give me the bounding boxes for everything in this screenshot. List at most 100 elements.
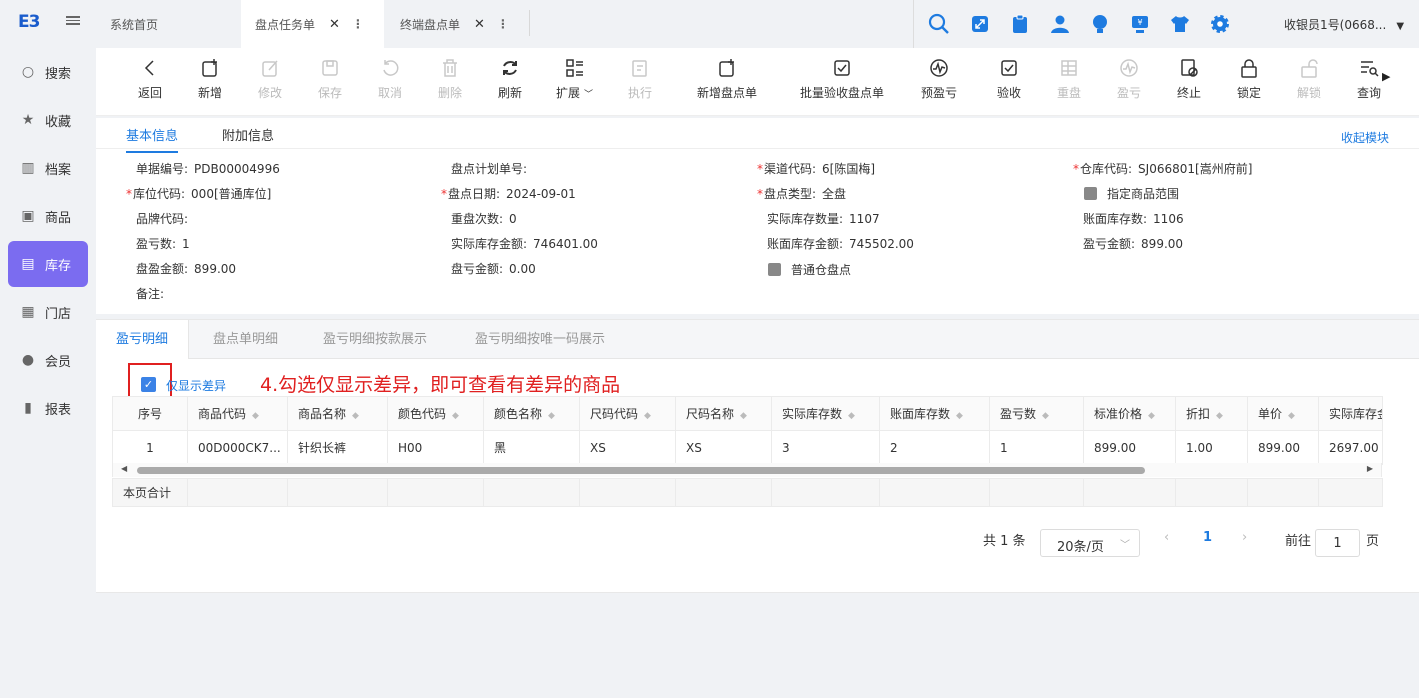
col-header[interactable]: 账面库存数 ◆ bbox=[879, 396, 990, 431]
scroll-left-icon[interactable]: ◀ bbox=[121, 464, 127, 473]
sidebar-item-inventory[interactable]: ▤ 库存 bbox=[8, 241, 88, 287]
fullscreen-icon[interactable] bbox=[969, 13, 991, 35]
tab-diff-by-style[interactable]: 盈亏明细按款展示 bbox=[303, 320, 447, 359]
tab-count-detail[interactable]: 盘点单明细 bbox=[193, 320, 298, 359]
sidebar-item-label: 报表 bbox=[45, 402, 72, 418]
new-count-button[interactable]: 新增盘点单 bbox=[697, 57, 757, 101]
execute-button[interactable]: 执行 bbox=[628, 57, 652, 101]
tab-diff-detail[interactable]: 盈亏明细 bbox=[96, 320, 190, 359]
table-cell: XS bbox=[675, 430, 772, 465]
edit-button[interactable]: 修改 bbox=[258, 57, 282, 101]
tab-label: 终端盘点单 bbox=[400, 17, 461, 32]
sidebar-item-archive[interactable]: ▥ 档案 bbox=[8, 145, 88, 191]
lock-button[interactable]: 锁定 bbox=[1237, 57, 1261, 101]
execute-icon bbox=[629, 57, 651, 79]
close-icon[interactable]: ✕ bbox=[474, 17, 485, 32]
search-icon[interactable] bbox=[928, 13, 950, 35]
scroll-right-icon[interactable]: ▶ bbox=[1382, 70, 1390, 83]
sort-icon: ◆ bbox=[1148, 411, 1155, 421]
save-button[interactable]: 保存 bbox=[318, 57, 342, 101]
tab-extra-info[interactable]: 附加信息 bbox=[222, 125, 274, 144]
lock-icon bbox=[1238, 57, 1260, 79]
checkbox[interactable] bbox=[768, 263, 781, 276]
sidebar-item-report[interactable]: ▮ 报表 bbox=[8, 385, 88, 431]
col-header[interactable]: 标准价格 ◆ bbox=[1083, 396, 1176, 431]
new-button[interactable]: 新增 bbox=[198, 57, 222, 101]
table-cell: 针织长裤 bbox=[287, 430, 388, 465]
delete-button[interactable]: 删除 bbox=[438, 57, 462, 101]
search-icon: ○ bbox=[21, 64, 35, 80]
col-header[interactable]: 实际库存数 ◆ bbox=[771, 396, 880, 431]
horizontal-scrollbar[interactable]: ◀ ▶ bbox=[112, 463, 1382, 477]
field-normal-warehouse[interactable]: 普通仓盘点 bbox=[768, 261, 851, 278]
menu-toggle-icon[interactable] bbox=[66, 14, 80, 28]
more-icon[interactable]: ⋮ bbox=[497, 17, 509, 31]
accept-button[interactable]: 验收 bbox=[997, 57, 1021, 101]
table-cell: 2 bbox=[879, 430, 990, 465]
gear-icon[interactable] bbox=[1209, 13, 1231, 35]
col-header[interactable]: 折扣 ◆ bbox=[1175, 396, 1248, 431]
col-header[interactable]: 商品名称 ◆ bbox=[287, 396, 388, 431]
table-cell: 2697.00 bbox=[1318, 430, 1383, 465]
terminate-button[interactable]: 终止 bbox=[1177, 57, 1201, 101]
sidebar-item-store[interactable]: ▦ 门店 bbox=[8, 289, 88, 335]
col-header[interactable]: 尺码名称 ◆ bbox=[675, 396, 772, 431]
show-diff-label[interactable]: 仅显示差异 bbox=[166, 377, 226, 394]
sidebar-item-goods[interactable]: ▣ 商品 bbox=[8, 193, 88, 239]
col-header[interactable]: 单价 ◆ bbox=[1247, 396, 1319, 431]
clipboard-icon[interactable] bbox=[1009, 13, 1031, 35]
user-icon[interactable] bbox=[1049, 13, 1071, 35]
query-button[interactable]: 查询 bbox=[1357, 57, 1381, 101]
shirt-icon[interactable] bbox=[1169, 13, 1191, 35]
checkbox[interactable] bbox=[1084, 187, 1097, 200]
col-header[interactable]: 商品代码 ◆ bbox=[187, 396, 288, 431]
col-header[interactable]: 尺码代码 ◆ bbox=[579, 396, 676, 431]
sort-icon: ◆ bbox=[956, 411, 963, 421]
unlock-button[interactable]: 解锁 bbox=[1297, 57, 1321, 101]
cashier-icon[interactable]: ¥ bbox=[1129, 13, 1151, 35]
sidebar-item-search[interactable]: ○ 搜索 bbox=[8, 49, 88, 95]
show-diff-checkbox[interactable]: ✓ bbox=[141, 377, 156, 392]
col-header[interactable]: 盈亏数 ◆ bbox=[989, 396, 1084, 431]
scroll-right-icon[interactable]: ▶ bbox=[1367, 464, 1373, 473]
sidebar: E3 ○ 搜索 ★ 收藏 ▥ 档案 ▣ 商品 ▤ 库存 ▦ 门店 ● 会员 ▮ 报表 bbox=[0, 0, 96, 698]
field-loss-amount: 盘亏金额: 0.00 bbox=[451, 262, 536, 276]
extend-button[interactable]: 扩展 ﹀ bbox=[556, 57, 593, 101]
cancel-button[interactable]: 取消 bbox=[378, 57, 402, 101]
svg-text:¥: ¥ bbox=[1137, 18, 1142, 27]
pre-profit-button[interactable]: 预盈亏 bbox=[921, 57, 957, 101]
batch-accept-button[interactable]: 批量验收盘点单 bbox=[800, 57, 884, 101]
profit-button[interactable]: 盈亏 bbox=[1117, 57, 1141, 101]
col-header[interactable]: 颜色名称 ◆ bbox=[483, 396, 580, 431]
field-goods-range[interactable]: 指定商品范围 bbox=[1084, 185, 1179, 202]
back-button[interactable]: 返回 bbox=[138, 57, 162, 101]
recount-button[interactable]: 重盘 bbox=[1057, 57, 1081, 101]
chevron-down-icon: ﹀ bbox=[584, 90, 594, 100]
sidebar-item-member[interactable]: ● 会员 bbox=[8, 337, 88, 383]
goto-page-input[interactable]: 1 bbox=[1315, 529, 1360, 557]
tab-terminal-count[interactable]: 终端盘点单 ✕ ⋮ bbox=[400, 0, 530, 48]
table-row[interactable]: 1 00D000CK7... 针织长裤 H00 黑 XS XS 3 2 1 89… bbox=[112, 430, 1383, 465]
prev-page-button[interactable]: ‹ bbox=[1164, 530, 1169, 545]
page-number-current[interactable]: 1 bbox=[1203, 530, 1212, 545]
page-size-select[interactable]: 20条/页 ﹀ bbox=[1040, 529, 1140, 557]
refresh-button[interactable]: 刷新 bbox=[498, 57, 522, 101]
goto-label: 前往 bbox=[1285, 534, 1312, 549]
next-page-button[interactable]: › bbox=[1242, 530, 1247, 545]
bulb-icon[interactable] bbox=[1089, 13, 1111, 35]
sort-icon: ◆ bbox=[644, 411, 651, 421]
more-icon[interactable]: ⋮ bbox=[352, 17, 364, 31]
collapse-module-link[interactable]: 收起模块 bbox=[1341, 129, 1389, 146]
tab-diff-by-code[interactable]: 盈亏明细按唯一码展示 bbox=[455, 320, 625, 359]
sidebar-item-label: 会员 bbox=[45, 354, 72, 370]
tab-count-task[interactable]: 盘点任务单 ✕ ⋮ bbox=[241, 0, 384, 48]
user-menu[interactable]: 收银员1号(0668... ▼ bbox=[1284, 16, 1404, 33]
sidebar-item-favorites[interactable]: ★ 收藏 bbox=[8, 97, 88, 143]
edit-icon bbox=[259, 57, 281, 79]
col-header[interactable]: 颜色代码 ◆ bbox=[387, 396, 484, 431]
close-icon[interactable]: ✕ bbox=[329, 17, 340, 32]
books-icon: ▥ bbox=[21, 160, 35, 176]
tab-home[interactable]: 系统首页 bbox=[110, 0, 240, 48]
col-header[interactable]: 实际库存金 bbox=[1318, 396, 1383, 431]
scrollbar-thumb[interactable] bbox=[137, 467, 1145, 474]
